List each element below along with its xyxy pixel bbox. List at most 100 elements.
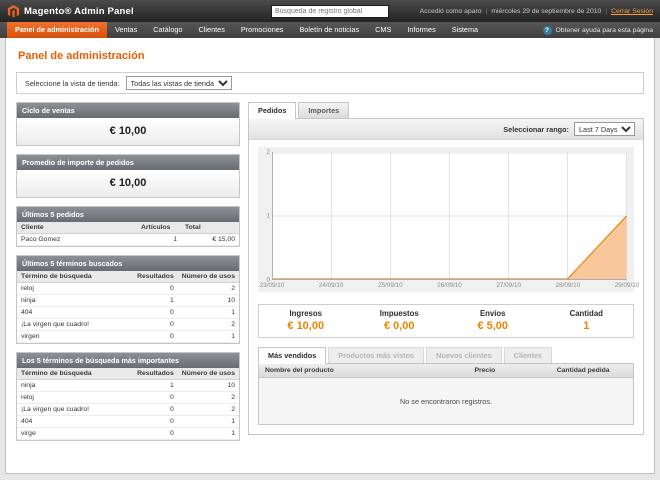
table-row[interactable]: virge 0 1 [17, 428, 239, 440]
table-row[interactable]: reloj 0 2 [17, 283, 239, 295]
total-label: Cantidad [540, 309, 634, 318]
results-cell: 1 [133, 380, 178, 392]
total-label: Ingresos [259, 309, 353, 318]
col-price: Precio [468, 364, 550, 378]
totals-bar: Ingresos € 10,00 Impuestos € 0,00 Envíos… [258, 304, 634, 338]
main-nav: Panel de administración Ventas Catálogo … [0, 22, 660, 38]
results-cell: 0 [133, 428, 178, 440]
total-value: € 10,00 [259, 320, 353, 332]
nav-item-cms[interactable]: CMS [367, 22, 399, 38]
table-header-row: Término de búsqueda Resultados Número de… [17, 271, 239, 283]
empty-message: No se encontraron registros. [259, 378, 633, 424]
chart-x-label: 26/09/10 [437, 282, 462, 289]
range-select[interactable]: Last 7 Days [574, 122, 635, 136]
col-usos: Número de usos [178, 368, 239, 380]
dashboard-tabs: Pedidos Importes [248, 102, 644, 118]
nav-item-boletin[interactable]: Boletín de noticias [291, 22, 367, 38]
tab-nuevos-clientes[interactable]: Nuevos clientes [426, 347, 502, 363]
col-cliente: Cliente [17, 222, 137, 234]
col-resultados: Resultados [133, 271, 178, 283]
table-row[interactable]: 404 0 1 [17, 307, 239, 319]
term-cell: 404 [17, 307, 133, 319]
panel-title: Últimos 5 pedidos [17, 207, 239, 222]
total-label: Envíos [446, 309, 540, 318]
term-cell: ¡La virgen que cuadro! [17, 319, 133, 331]
chart-y-axis: 012 [258, 152, 272, 280]
results-cell: 0 [133, 392, 178, 404]
total-envios: Envíos € 5,00 [446, 309, 540, 332]
panel-title: Promedio de importe de pedidos [17, 155, 239, 170]
table-row[interactable]: 404 0 1 [17, 416, 239, 428]
total-value: € 5,00 [446, 320, 540, 332]
results-cell: 1 [133, 295, 178, 307]
uses-cell: 10 [178, 295, 239, 307]
right-column: Pedidos Importes Seleccionar rango: Last… [248, 102, 644, 435]
orders-panel: Seleccionar rango: Last 7 Days 012 23/09… [248, 118, 644, 435]
panel-title: Ciclo de ventas [17, 103, 239, 118]
tab-importes[interactable]: Importes [298, 102, 349, 118]
results-cell: 0 [133, 307, 178, 319]
store-view-select[interactable]: Todas las vistas de tienda [126, 76, 232, 90]
col-usos: Número de usos [178, 271, 239, 283]
uses-cell: 2 [178, 404, 239, 416]
header: Magento® Admin Panel Accedió como aparo … [0, 0, 660, 22]
store-view-switcher: Seleccione la vista de tienda: Todas las… [16, 72, 644, 94]
orders-chart-plot [272, 152, 627, 280]
col-termino: Término de búsqueda [17, 271, 133, 283]
products-table: Nombre del producto Precio Cantidad pedi… [259, 364, 633, 378]
total-value: 1 [540, 320, 634, 332]
table-row[interactable]: ¡La virgen que cuadro! 0 2 [17, 404, 239, 416]
results-cell: 0 [133, 331, 178, 343]
table-row[interactable]: reloj 0 2 [17, 392, 239, 404]
lifetime-sales-value: € 10,00 [17, 118, 239, 145]
logout-link[interactable]: Cerrar Sesión [611, 8, 653, 15]
chart-x-label: 25/09/10 [378, 282, 403, 289]
tab-mas-vendidos[interactable]: Más vendidos [258, 347, 326, 364]
nav-list: Panel de administración Ventas Catálogo … [7, 22, 543, 38]
nav-item-informes[interactable]: Informes [399, 22, 443, 38]
uses-cell: 1 [178, 428, 239, 440]
range-toolbar: Seleccionar rango: Last 7 Days [249, 119, 643, 140]
current-date: miércoles 29 de septiembre de 2010 [491, 8, 601, 15]
nav-item-sistema[interactable]: Sistema [444, 22, 486, 38]
global-search-input[interactable] [271, 5, 389, 18]
help-label: Obtener ayuda para esta página [556, 27, 654, 34]
tab-clientes[interactable]: Clientes [504, 347, 552, 363]
uses-cell: 1 [178, 416, 239, 428]
uses-cell: 1 [178, 331, 239, 343]
table-header-row: Cliente Artículos Total [17, 222, 239, 234]
nav-item-clientes[interactable]: Clientes [191, 22, 233, 38]
total-impuestos: Impuestos € 0,00 [353, 309, 447, 332]
chart-x-axis: 23/09/1024/09/1025/09/1026/09/1027/09/10… [272, 280, 627, 292]
nav-item-panel-administracion[interactable]: Panel de administración [7, 22, 107, 38]
total-label: Impuestos [353, 309, 447, 318]
last-search-table: Término de búsqueda Resultados Número de… [17, 271, 239, 343]
term-cell: virge [17, 428, 133, 440]
col-termino: Término de búsqueda [17, 368, 133, 380]
table-row[interactable]: ninja 1 10 [17, 295, 239, 307]
uses-cell: 2 [178, 319, 239, 331]
nav-item-catalogo[interactable]: Catálogo [145, 22, 190, 38]
chart-y-label: 1 [266, 213, 270, 220]
results-cell: 0 [133, 283, 178, 295]
table-row[interactable]: ¡La virgen que cuadro! 0 2 [17, 319, 239, 331]
nav-item-promociones[interactable]: Promociones [233, 22, 292, 38]
tab-productos-mas-vistos[interactable]: Productos más vistos [328, 347, 424, 363]
table-row[interactable]: ninja 1 10 [17, 380, 239, 392]
content-area: Panel de administración Seleccione la vi… [5, 38, 655, 474]
page-help-link[interactable]: ? Obtener ayuda para esta página [543, 22, 654, 38]
nav-item-ventas[interactable]: Ventas [107, 22, 145, 38]
table-row[interactable]: virgen 0 1 [17, 331, 239, 343]
last-orders-table: Cliente Artículos Total Paco Gomez 1 € 1… [17, 222, 239, 246]
chart-frame: 012 23/09/1024/09/1025/09/1026/09/1027/0… [258, 147, 634, 292]
panel-title: Últimos 5 términos buscados [17, 256, 239, 271]
store-view-label: Seleccione la vista de tienda: [25, 79, 120, 88]
tab-pedidos[interactable]: Pedidos [248, 102, 296, 119]
col-product-name: Nombre del producto [259, 364, 468, 378]
table-row[interactable]: Paco Gomez 1 € 15,00 [17, 234, 239, 246]
header-user-area: Accedió como aparo | miércoles 29 de sep… [389, 8, 653, 15]
logo: Magento® Admin Panel [7, 5, 271, 18]
chart-x-label: 28/09/10 [556, 282, 581, 289]
results-cell: 0 [133, 404, 178, 416]
total-ingresos: Ingresos € 10,00 [259, 309, 353, 332]
